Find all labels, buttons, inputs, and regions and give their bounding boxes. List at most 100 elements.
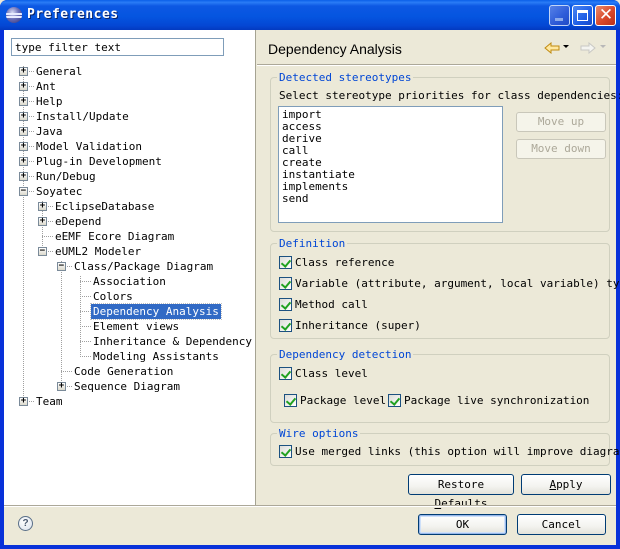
collapse-icon[interactable]: − <box>19 187 28 196</box>
tree-item[interactable]: + Run/Debug <box>4 169 254 184</box>
checkbox-checked-icon[interactable] <box>279 367 292 380</box>
expand-icon[interactable]: + <box>19 127 28 136</box>
stereotype-list-item[interactable]: implements <box>282 181 499 193</box>
tree-item[interactable]: + Team <box>4 394 254 409</box>
tree-item-label: Install/Update <box>36 110 129 123</box>
tree-item[interactable]: + Plug-in Development <box>4 154 254 169</box>
close-icon: ✕ <box>598 5 614 25</box>
expand-icon[interactable]: + <box>38 202 47 211</box>
tree-item[interactable]: + Model Validation <box>4 139 254 154</box>
collapse-icon[interactable]: − <box>38 247 47 256</box>
tree-item[interactable]: + General <box>4 64 254 79</box>
preference-tree-pane: + General + Ant + Help + Install/Update + Java + Mo… <box>4 30 256 505</box>
tree-item[interactable]: Modeling Assistants <box>4 349 254 364</box>
back-history-dropdown-icon[interactable] <box>563 45 569 48</box>
stereotype-list-item[interactable]: send <box>282 193 499 205</box>
tree-item-label: Java <box>36 125 63 138</box>
forward-arrow-icon <box>580 42 596 54</box>
tree-item-label: Code Generation <box>74 365 174 378</box>
window-title: Preferences <box>27 7 119 22</box>
maximize-button[interactable] <box>572 5 593 26</box>
tree-item[interactable]: + Help <box>4 94 254 109</box>
expand-icon[interactable]: + <box>57 382 66 391</box>
tree-item-label: Association <box>93 275 166 288</box>
cancel-button[interactable]: Cancel <box>517 514 606 535</box>
tree-item-label: Model Validation <box>36 140 142 153</box>
minimize-button[interactable] <box>549 5 570 26</box>
checkbox-checked-icon[interactable] <box>279 277 292 290</box>
page-title: Dependency Analysis <box>268 41 402 57</box>
detected-stereotypes-group: Detected stereotypes Select stereotype p… <box>270 71 620 232</box>
tree-connector <box>61 371 72 372</box>
checkbox-checked-icon[interactable] <box>388 394 401 407</box>
tree-item-label: Run/Debug <box>36 170 96 183</box>
help-icon[interactable]: ? <box>18 516 33 531</box>
checkbox-checked-icon[interactable] <box>279 445 292 458</box>
tree-item-label: Dependency Analysis <box>90 303 222 320</box>
expand-icon[interactable]: + <box>19 67 28 76</box>
expand-icon[interactable]: + <box>19 172 28 181</box>
tree-item-label: General <box>36 65 83 78</box>
filter-input[interactable] <box>11 38 224 56</box>
tree-item[interactable]: − Class/Package Diagram <box>4 259 254 274</box>
bottom-separator <box>4 505 616 507</box>
expand-icon[interactable]: + <box>19 142 28 151</box>
title-bar[interactable]: Preferences ✕ <box>0 0 620 30</box>
tree-item[interactable]: eEMF Ecore Diagram <box>4 229 254 244</box>
preferences-window: Preferences ✕ + General + Ant + Help + Install/… <box>0 0 620 549</box>
expand-icon[interactable]: + <box>19 97 28 106</box>
checkbox-checked-icon[interactable] <box>279 298 292 311</box>
expand-icon[interactable]: + <box>38 217 47 226</box>
restore-defaults-button[interactable]: Restore Defaults <box>408 474 514 510</box>
move-up-button[interactable]: Move up <box>516 112 606 132</box>
stereotype-instruction: Select stereotype priorities for class d… <box>279 89 620 102</box>
dialog-client: + General + Ant + Help + Install/Update + Java + Mo… <box>4 30 620 545</box>
tree-item-label: Ant <box>36 80 56 93</box>
group-legend: Definition <box>277 237 348 250</box>
tree-item[interactable]: − eUML2 Modeler <box>4 244 254 259</box>
ok-button[interactable]: OK <box>418 514 507 535</box>
group-legend: Wire options <box>277 427 361 440</box>
tree-item[interactable]: Dependency Analysis <box>4 303 254 320</box>
move-down-button[interactable]: Move down <box>516 139 606 159</box>
checkbox-checked-icon[interactable] <box>284 394 297 407</box>
tree-connector <box>80 326 91 327</box>
tree-item-label: EclipseDatabase <box>55 200 155 213</box>
apply-button[interactable]: Apply <box>521 474 611 495</box>
definition-group: Definition Class reference Variable (att… <box>270 237 620 339</box>
dependency-detection-group: Dependency detection Class level Package… <box>270 348 610 423</box>
tree-item[interactable]: Code Generation <box>4 364 254 379</box>
close-button[interactable]: ✕ <box>595 5 616 26</box>
collapse-icon[interactable]: − <box>57 262 66 271</box>
back-arrow-icon[interactable] <box>544 42 560 54</box>
tree-item[interactable]: + Ant <box>4 79 254 94</box>
tree-item[interactable]: Colors <box>4 289 254 304</box>
stereotype-list-item[interactable]: derive <box>282 133 499 145</box>
checkbox-checked-icon[interactable] <box>279 319 292 332</box>
expand-icon[interactable]: + <box>19 157 28 166</box>
tree-item[interactable]: + Install/Update <box>4 109 254 124</box>
tree-item-label: Soyatec <box>36 185 83 198</box>
expand-icon[interactable]: + <box>19 82 28 91</box>
tree-item[interactable]: Association <box>4 274 254 289</box>
tree-item[interactable]: Element views <box>4 319 254 334</box>
eclipse-icon <box>6 7 22 23</box>
tree-item[interactable]: + Sequence Diagram <box>4 379 254 394</box>
stereotype-list[interactable]: import access derive call create instantiate i… <box>278 106 503 223</box>
checkbox-checked-icon[interactable] <box>279 256 292 269</box>
tree-item[interactable]: + eDepend <box>4 214 254 229</box>
expand-icon[interactable]: + <box>19 112 28 121</box>
tree-item-label: Element views <box>93 320 180 333</box>
title-separator <box>257 64 616 66</box>
tree-connector <box>80 341 91 342</box>
tree-item-label: Class/Package Diagram <box>74 260 214 273</box>
tree-item[interactable]: − Soyatec <box>4 184 254 199</box>
tree-item-label: Help <box>36 95 63 108</box>
tree-connector <box>80 356 91 357</box>
tree-item[interactable]: + EclipseDatabase <box>4 199 254 214</box>
tree-item[interactable]: + Java <box>4 124 254 139</box>
tree-item[interactable]: Inheritance & Dependency <box>4 334 254 349</box>
expand-icon[interactable]: + <box>19 397 28 406</box>
tree-item-label: Team <box>36 395 63 408</box>
tree-connector <box>80 296 91 297</box>
